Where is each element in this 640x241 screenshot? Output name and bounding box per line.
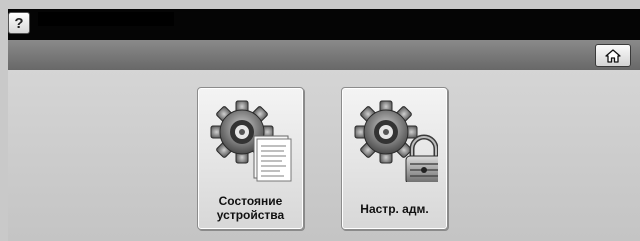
content-area bbox=[8, 70, 640, 241]
screen: ? Состояние устройства Настр. адм. bbox=[0, 0, 640, 241]
admin-settings-label: Настр. адм. bbox=[360, 202, 429, 216]
device-status-button[interactable]: Состояние устройства bbox=[197, 87, 304, 230]
title-field bbox=[38, 12, 174, 26]
gear-document-icon bbox=[210, 100, 292, 182]
gear-padlock-icon bbox=[354, 100, 438, 182]
home-button[interactable] bbox=[595, 44, 631, 67]
toolbar bbox=[8, 40, 640, 70]
device-status-label-line2: устройства bbox=[216, 208, 285, 222]
help-button[interactable]: ? bbox=[8, 12, 30, 34]
device-status-label: Состояние устройства bbox=[202, 194, 299, 222]
home-icon bbox=[605, 48, 621, 63]
admin-settings-button[interactable]: Настр. адм. bbox=[341, 87, 448, 230]
device-status-label-line1: Состояние bbox=[218, 194, 283, 208]
